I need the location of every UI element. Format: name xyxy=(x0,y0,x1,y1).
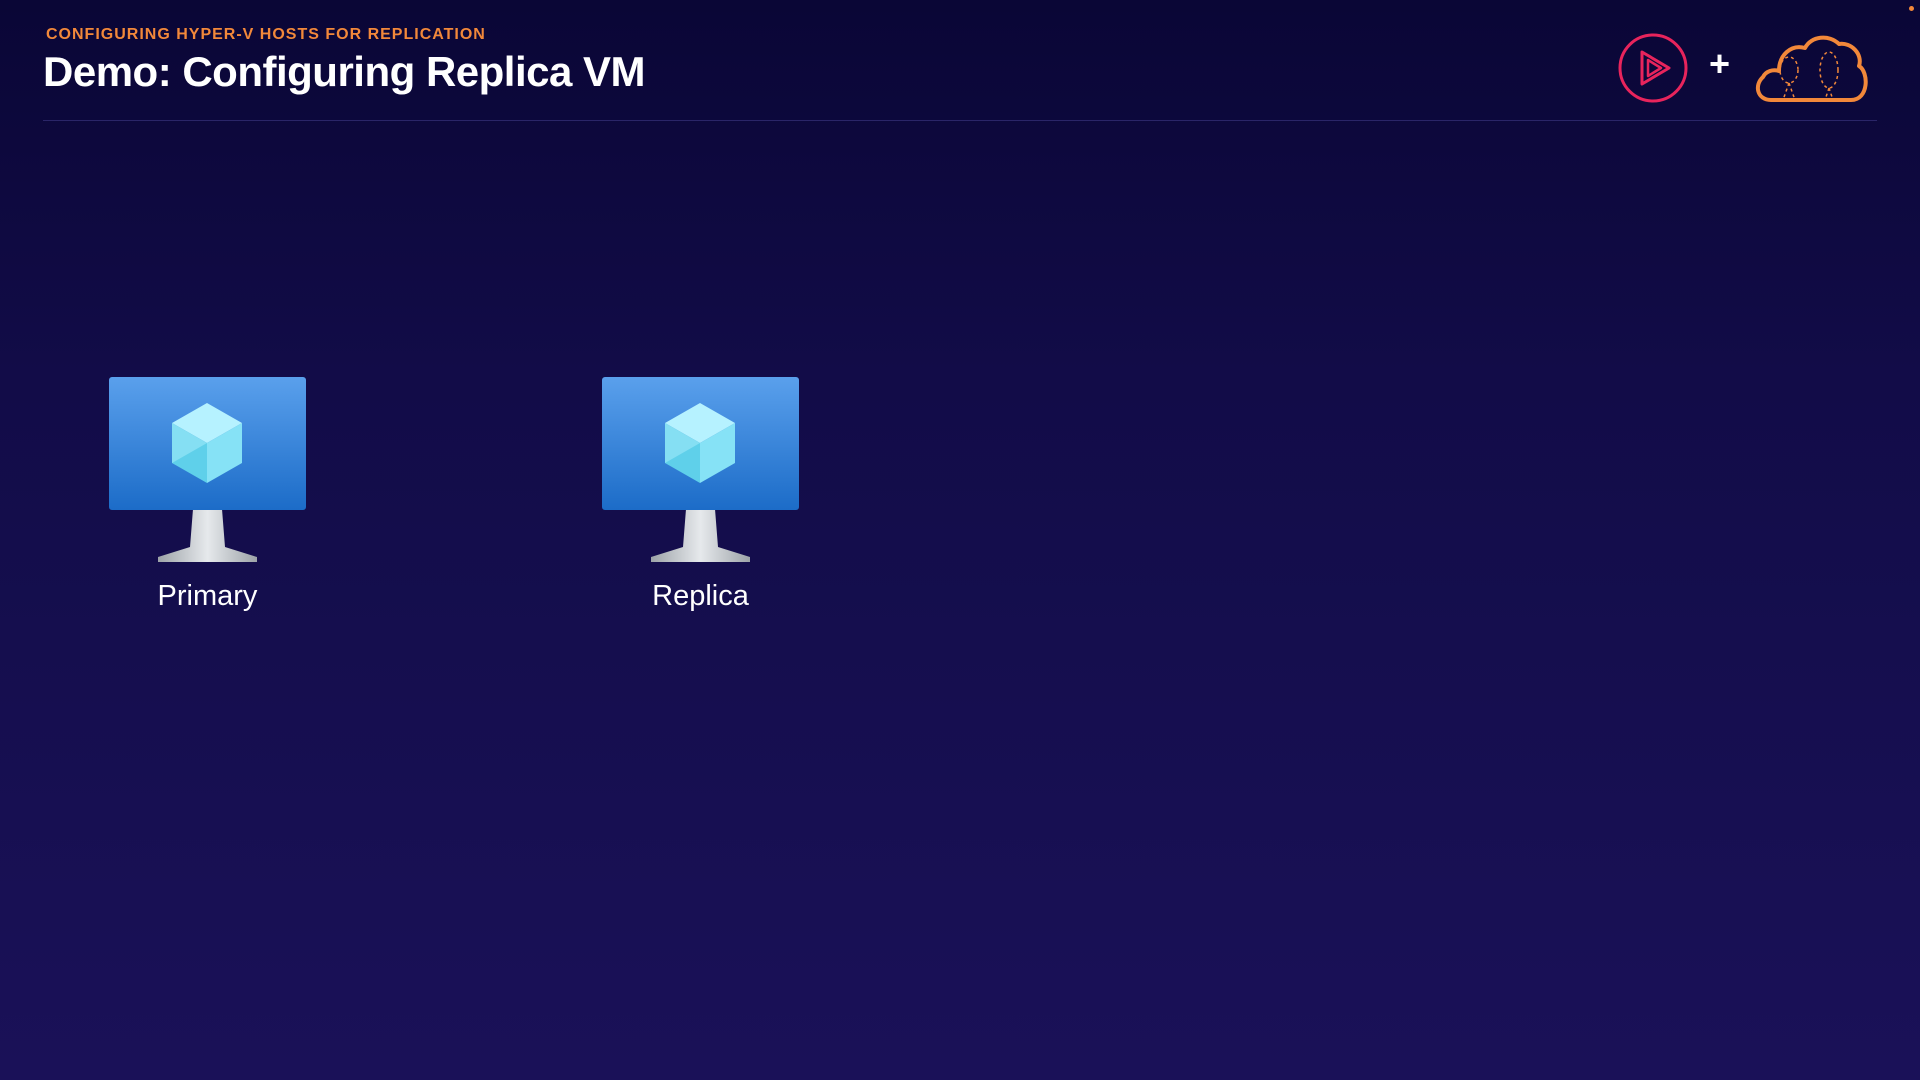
vm-replica: Replica xyxy=(598,375,803,625)
section-eyebrow: CONFIGURING HYPER-V HOSTS FOR REPLICATIO… xyxy=(46,26,486,43)
cloud-icon xyxy=(1755,35,1868,102)
virtual-machine-monitor-icon xyxy=(109,377,306,562)
primary-label: Primary xyxy=(157,580,258,612)
plus-sign: + xyxy=(1709,43,1731,84)
brand-logos: + xyxy=(1617,30,1877,106)
slide-header: CONFIGURING HYPER-V HOSTS FOR REPLICATIO… xyxy=(43,26,1877,121)
corner-indicator-dot xyxy=(1909,6,1914,11)
virtual-machine-monitor-icon xyxy=(602,377,799,562)
play-circle-icon xyxy=(1618,33,1688,103)
vm-primary: Primary xyxy=(105,375,310,625)
slide-title: Demo: Configuring Replica VM xyxy=(43,48,646,95)
replica-label: Replica xyxy=(652,580,749,612)
